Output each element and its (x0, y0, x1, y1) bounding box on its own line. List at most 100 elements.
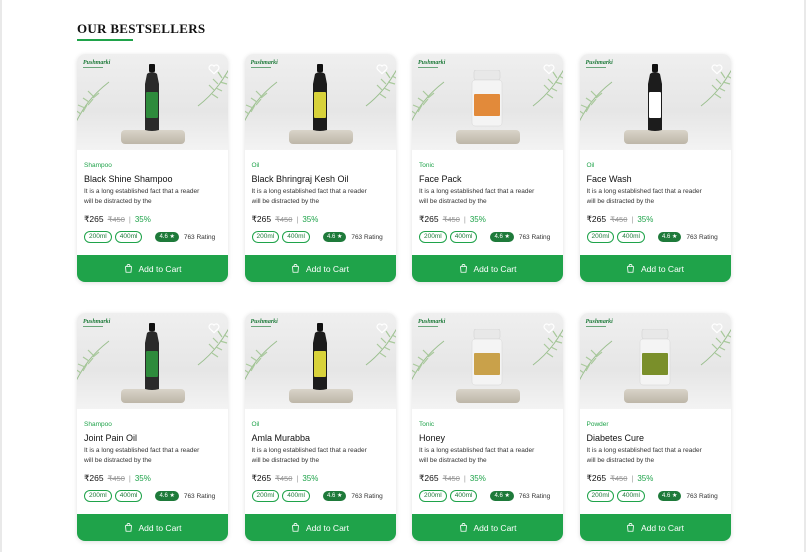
shopping-bag-icon (124, 523, 132, 532)
product-card[interactable]: Pushmarki Powder Diabetes Cure It is a l… (579, 313, 731, 541)
add-to-cart-button[interactable]: Add to Cart (244, 255, 396, 282)
meta-row: 200ml 400ml 4.6 ★ 763 Rating (586, 231, 725, 243)
original-price: ₹450 (610, 474, 628, 483)
add-to-cart-button[interactable]: Add to Cart (579, 514, 731, 541)
meta-row: 200ml 400ml 4.6 ★ 763 Rating (84, 490, 222, 502)
size-option-200ml[interactable]: 200ml (586, 231, 615, 243)
size-option-400ml[interactable]: 400ml (449, 231, 478, 243)
size-option-200ml[interactable]: 200ml (586, 490, 615, 502)
product-card[interactable]: Pushmarki Oil Face Wash It is a long est… (579, 54, 731, 282)
product-card[interactable]: Pushmarki Tonic Honey It is a long estab… (412, 313, 563, 541)
price-separator: | (128, 474, 131, 483)
product-category[interactable]: Shampoo (84, 421, 222, 429)
product-category[interactable]: Oil (252, 421, 390, 429)
size-option-400ml[interactable]: 400ml (617, 231, 645, 243)
sale-price: ₹265 (419, 214, 439, 224)
product-card[interactable]: Pushmarki Oil Black Bhringraj Kesh Oil I… (244, 54, 396, 282)
product-name[interactable]: Black Bhringraj Kesh Oil (252, 174, 390, 185)
product-image[interactable]: Pushmarki (244, 54, 396, 150)
product-category[interactable]: Shampoo (84, 162, 222, 170)
product-bottle (647, 64, 662, 131)
product-image[interactable]: Pushmarki (579, 313, 731, 409)
product-name[interactable]: Face Pack (419, 174, 557, 185)
product-name[interactable]: Black Shine Shampoo (84, 174, 222, 185)
add-to-cart-button[interactable]: Add to Cart (244, 514, 396, 541)
rating-count: 763 Rating (351, 492, 383, 500)
wishlist-heart-icon[interactable] (542, 62, 556, 76)
original-price: ₹450 (107, 474, 125, 483)
product-image[interactable]: Pushmarki (244, 313, 396, 409)
size-option-200ml[interactable]: 200ml (84, 231, 112, 243)
wishlist-heart-icon[interactable] (542, 321, 556, 335)
sale-price: ₹265 (251, 214, 272, 224)
brand-logo: Pushmarki (83, 60, 111, 66)
product-bottle (312, 323, 327, 390)
size-option-400ml[interactable]: 400ml (282, 490, 310, 502)
product-description: It is a long established fact that a rea… (84, 447, 200, 464)
product-card[interactable]: Pushmarki Shampoo Joint Pain Oil It is a… (77, 313, 228, 541)
product-category[interactable]: Tonic (419, 162, 557, 170)
size-option-200ml[interactable]: 200ml (419, 490, 447, 502)
product-image[interactable]: Pushmarki (412, 313, 563, 409)
product-name[interactable]: Joint Pain Oil (84, 433, 222, 444)
size-option-400ml[interactable]: 400ml (617, 490, 645, 502)
leaf-decoration (579, 340, 612, 381)
wishlist-heart-icon[interactable] (710, 62, 724, 76)
wishlist-heart-icon[interactable] (710, 321, 724, 335)
add-to-cart-label: Add to Cart (138, 522, 182, 533)
add-to-cart-button[interactable]: Add to Cart (579, 255, 731, 282)
wishlist-heart-icon[interactable] (375, 321, 389, 335)
size-option-200ml[interactable]: 200ml (251, 231, 280, 243)
size-option-400ml[interactable]: 400ml (114, 231, 143, 243)
pedestal (456, 130, 520, 144)
rating-badge: 4.6 ★ (322, 232, 347, 242)
product-name[interactable]: Diabetes Cure (587, 433, 725, 444)
product-image[interactable]: Pushmarki (412, 54, 563, 150)
product-name[interactable]: Honey (419, 433, 557, 444)
price-separator: | (631, 215, 634, 224)
pedestal (456, 389, 520, 403)
sale-price: ₹265 (251, 473, 272, 483)
original-price: ₹450 (442, 474, 460, 483)
product-name[interactable]: Face Wash (587, 174, 725, 185)
product-image[interactable]: Pushmarki (579, 54, 731, 150)
price-row: ₹265 ₹450 | 35% (84, 214, 222, 225)
wishlist-heart-icon[interactable] (207, 321, 221, 335)
brand-underline (585, 67, 606, 68)
product-card[interactable]: Pushmarki Tonic Face Pack It is a long e… (412, 54, 563, 282)
discount-percent: 35% (637, 474, 654, 483)
add-to-cart-button[interactable]: Add to Cart (412, 514, 563, 541)
product-image[interactable]: Pushmarki (77, 313, 228, 409)
size-option-400ml[interactable]: 400ml (114, 490, 143, 502)
product-description: It is a long established fact that a rea… (251, 447, 367, 464)
product-card[interactable]: Pushmarki Shampoo Black Shine Shampoo It… (77, 54, 228, 282)
card-body: Powder Diabetes Cure It is a long establ… (586, 421, 725, 502)
product-category[interactable]: Oil (252, 162, 390, 170)
product-category[interactable]: Oil (587, 162, 725, 170)
size-option-400ml[interactable]: 400ml (449, 490, 478, 502)
wishlist-heart-icon[interactable] (375, 62, 389, 76)
product-category[interactable]: Tonic (419, 421, 557, 429)
wishlist-heart-icon[interactable] (207, 62, 221, 76)
add-to-cart-button[interactable]: Add to Cart (77, 255, 228, 282)
price-row: ₹265 ₹450 | 35% (587, 473, 725, 484)
meta-row: 200ml 400ml 4.6 ★ 763 Rating (251, 231, 390, 243)
size-option-200ml[interactable]: 200ml (84, 490, 112, 502)
shopping-bag-icon (459, 264, 467, 273)
product-category[interactable]: Powder (587, 421, 725, 429)
size-option-200ml[interactable]: 200ml (251, 490, 280, 502)
shopping-bag-icon (292, 523, 299, 532)
brand-underline (250, 326, 271, 327)
add-to-cart-button[interactable]: Add to Cart (412, 255, 563, 282)
rating-badge: 4.6 ★ (155, 491, 179, 501)
product-name[interactable]: Amla Murabba (252, 433, 390, 444)
price-row: ₹265 ₹450 | 35% (84, 473, 222, 484)
add-to-cart-button[interactable]: Add to Cart (77, 514, 228, 541)
card-body: Shampoo Black Shine Shampoo It is a long… (84, 162, 222, 243)
rating-count: 763 Rating (686, 233, 718, 241)
product-image[interactable]: Pushmarki (77, 54, 228, 150)
size-option-200ml[interactable]: 200ml (419, 231, 447, 243)
brand-logo: Pushmarki (585, 319, 613, 325)
product-card[interactable]: Pushmarki Oil Amla Murabba It is a long … (244, 313, 396, 541)
size-option-400ml[interactable]: 400ml (282, 231, 310, 243)
